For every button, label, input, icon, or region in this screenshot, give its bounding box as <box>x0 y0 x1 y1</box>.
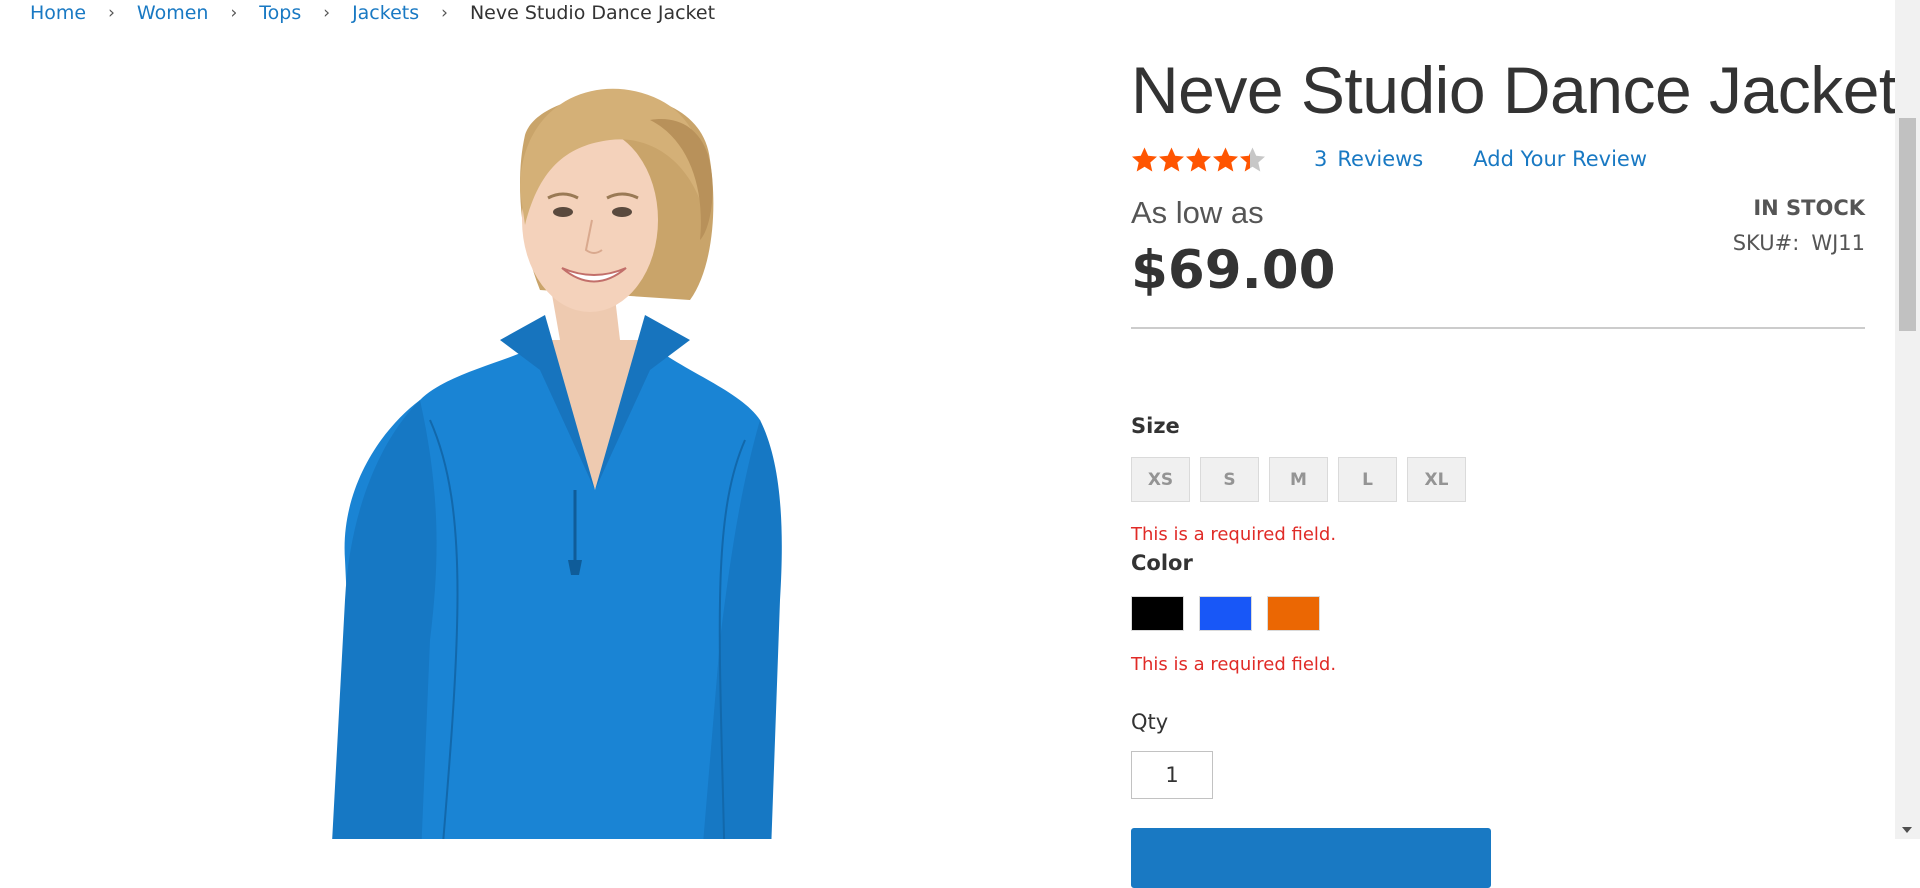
product-price: $69.00 <box>1131 240 1336 301</box>
qty-input[interactable] <box>1131 751 1213 799</box>
color-option-blue[interactable] <box>1199 596 1252 631</box>
rating-summary: 3 Reviews Add Your Review <box>1131 141 1647 177</box>
size-option-xl[interactable]: XL <box>1407 457 1466 502</box>
breadcrumb-current: Neve Studio Dance Jacket <box>469 2 716 24</box>
color-label: Color <box>1131 551 1193 575</box>
sku-label: SKU#: <box>1732 231 1800 255</box>
page-scrollbar[interactable] <box>1895 0 1920 839</box>
product-image-gallery[interactable] <box>0 40 1080 839</box>
star-icon <box>1186 147 1211 171</box>
breadcrumb-separator-icon: › <box>323 3 331 23</box>
add-to-cart-button[interactable] <box>1131 828 1491 888</box>
price-label: As low as <box>1131 195 1264 230</box>
breadcrumb-separator-icon: › <box>230 3 238 23</box>
star-icon <box>1213 147 1238 171</box>
breadcrumb-separator-icon: › <box>441 3 448 23</box>
product-sku: SKU#: WJ11 <box>1733 231 1865 255</box>
color-swatches <box>1131 596 1335 631</box>
size-error-message: This is a required field. <box>1131 524 1337 545</box>
star-icon <box>1159 147 1184 171</box>
color-option-black[interactable] <box>1131 596 1184 631</box>
add-review-link[interactable]: Add Your Review <box>1473 147 1647 171</box>
breadcrumb: Home › Women › Tops › Jackets › Neve Stu… <box>30 0 715 26</box>
scroll-down-arrow-icon[interactable] <box>1902 827 1912 833</box>
reviews-label: Reviews <box>1337 147 1424 171</box>
breadcrumb-jackets-link[interactable]: Jackets <box>352 2 419 24</box>
rating-stars <box>1131 146 1266 173</box>
color-error-message: This is a required field. <box>1131 654 1337 675</box>
breadcrumb-tops-link[interactable]: Tops <box>259 2 301 24</box>
qty-label: Qty <box>1131 710 1169 734</box>
breadcrumb-home-link[interactable]: Home <box>30 2 86 24</box>
breadcrumb-separator-icon: › <box>108 3 115 23</box>
scrollbar-thumb[interactable] <box>1899 118 1916 331</box>
color-option-orange[interactable] <box>1267 596 1320 631</box>
size-swatches: XS S M L XL <box>1131 457 1476 502</box>
page-title: Neve Studio Dance Jacket <box>1131 53 1897 127</box>
review-count: 3 <box>1314 147 1328 171</box>
stock-status: IN STOCK <box>1753 196 1865 220</box>
size-label: Size <box>1131 414 1180 438</box>
sku-value: WJ11 <box>1811 231 1865 255</box>
star-icon <box>1132 147 1157 171</box>
product-photo-icon <box>332 88 782 839</box>
size-option-l[interactable]: L <box>1338 457 1397 502</box>
size-option-s[interactable]: S <box>1200 457 1259 502</box>
size-option-xs[interactable]: XS <box>1131 457 1190 502</box>
size-option-m[interactable]: M <box>1269 457 1328 502</box>
divider <box>1131 327 1865 329</box>
breadcrumb-women-link[interactable]: Women <box>137 2 209 24</box>
reviews-link[interactable]: 3 Reviews <box>1314 147 1423 171</box>
star-icon <box>1240 147 1265 171</box>
